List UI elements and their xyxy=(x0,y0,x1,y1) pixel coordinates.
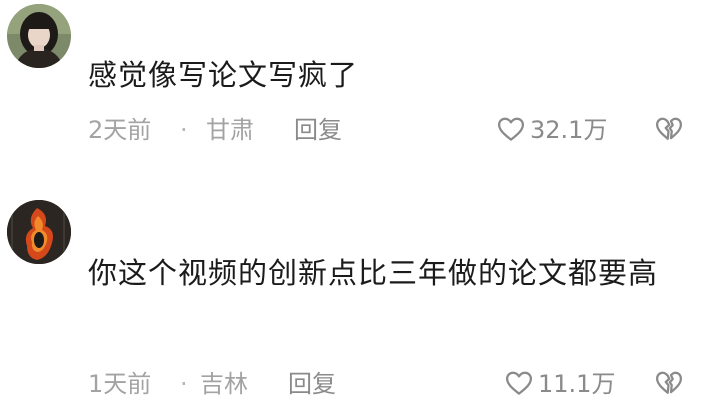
comment-item: 感觉像写论文写疯了 2天前 · 甘肃 回复 32.1万 xyxy=(0,0,720,170)
comment-list: 感觉像写论文写疯了 2天前 · 甘肃 回复 32.1万 你这个视频的创新点比三年… xyxy=(0,0,720,405)
comment-meta: 2天前 · 甘肃 回复 32.1万 xyxy=(88,112,708,148)
comment-meta: 1天前 · 吉林 回复 11.1万 xyxy=(88,366,708,402)
comment-item: 你这个视频的创新点比三年做的论文都要高 1天前 · 吉林 回复 11.1万 xyxy=(0,190,720,405)
like-count: 11.1万 xyxy=(538,370,616,398)
like-count: 32.1万 xyxy=(530,116,608,144)
comment-time: 2天前 xyxy=(88,116,152,144)
comment-text: 感觉像写论文写疯了 xyxy=(88,58,359,92)
heart-outline-icon[interactable] xyxy=(504,368,534,398)
broken-heart-icon[interactable] xyxy=(654,368,684,398)
meta-separator: · xyxy=(180,116,188,144)
reply-button[interactable]: 回复 xyxy=(294,112,342,148)
comment-text: 你这个视频的创新点比三年做的论文都要高 xyxy=(88,256,659,290)
broken-heart-icon[interactable] xyxy=(654,114,684,144)
comment-location: 吉林 xyxy=(200,370,248,398)
user-avatar[interactable] xyxy=(7,200,71,264)
reply-button[interactable]: 回复 xyxy=(288,366,336,402)
comment-location: 甘肃 xyxy=(206,116,254,144)
comment-time: 1天前 xyxy=(88,370,152,398)
meta-separator: · xyxy=(180,370,188,398)
heart-outline-icon[interactable] xyxy=(496,114,526,144)
user-avatar[interactable] xyxy=(7,4,71,68)
